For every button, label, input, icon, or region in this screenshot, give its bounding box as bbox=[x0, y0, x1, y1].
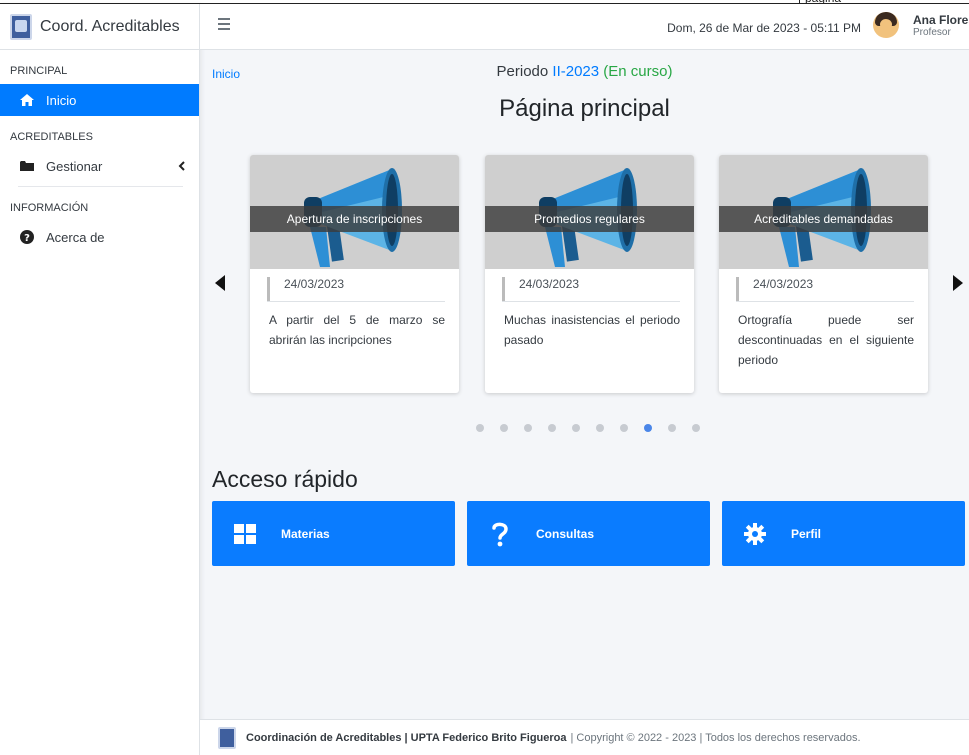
carousel-next-icon[interactable] bbox=[953, 275, 963, 291]
brand[interactable]: Coord. Acreditables bbox=[0, 4, 199, 50]
news-card[interactable]: Promedios regulares 24/03/2023 Muchas in… bbox=[485, 155, 694, 393]
news-card[interactable]: Acreditables demandadas 24/03/2023 Ortog… bbox=[719, 155, 928, 393]
sidebar-item-gestionar[interactable]: Gestionar bbox=[0, 150, 199, 182]
news-card[interactable]: Apertura de inscripciones 24/03/2023 A p… bbox=[250, 155, 459, 393]
materias-button[interactable]: Materias bbox=[212, 501, 455, 566]
top-navbar: Dom, 26 de Mar de 2023 - 05:11 PM Ana Fl… bbox=[200, 4, 969, 50]
periodo-line: Periodo II-2023 (En curso) bbox=[200, 63, 969, 80]
footer-org: Coordinación de Acreditables | UPTA Fede… bbox=[246, 731, 567, 744]
sidebar-item-inicio[interactable]: Inicio bbox=[0, 84, 199, 116]
brand-logo bbox=[10, 13, 32, 40]
grid-icon bbox=[233, 522, 257, 546]
user-role: Profesor bbox=[913, 27, 951, 38]
question-circle-icon: ? bbox=[18, 230, 36, 244]
card-image: Promedios regulares bbox=[485, 155, 694, 269]
carousel-indicators bbox=[476, 424, 716, 432]
carousel-prev-icon[interactable] bbox=[215, 275, 225, 291]
footer-copyright: | Copyright © 2022 - 2023 | Todos los de… bbox=[570, 731, 861, 744]
periodo-status: (En curso) bbox=[603, 63, 673, 80]
user-name[interactable]: Ana Flores bbox=[913, 13, 969, 27]
footer-logo bbox=[218, 726, 236, 749]
card-text: Muchas inasistencias el periodo pasado bbox=[504, 313, 680, 347]
card-caption: Apertura de inscripciones bbox=[250, 206, 459, 232]
carousel-dot[interactable] bbox=[476, 424, 484, 432]
brand-title: Coord. Acreditables bbox=[40, 17, 180, 35]
quick-access-label: Consultas bbox=[536, 526, 595, 541]
card-date: 24/03/2023 bbox=[267, 277, 445, 301]
carousel-dot[interactable] bbox=[620, 424, 628, 432]
question-icon bbox=[488, 522, 512, 546]
folder-icon bbox=[18, 160, 36, 172]
home-icon bbox=[18, 93, 36, 107]
chevron-left-icon[interactable] bbox=[178, 159, 185, 174]
avatar[interactable] bbox=[873, 12, 899, 38]
carousel-dot[interactable] bbox=[692, 424, 700, 432]
perfil-button[interactable]: Perfil bbox=[722, 501, 965, 566]
card-text: Ortografía puede ser descontinuadas en e… bbox=[738, 313, 914, 367]
footer: Coordinación de Acreditables | UPTA Fede… bbox=[200, 719, 969, 755]
card-image: Acreditables demandadas bbox=[719, 155, 928, 269]
carousel-dot[interactable] bbox=[548, 424, 556, 432]
card-image: Apertura de inscripciones bbox=[250, 155, 459, 269]
carousel-dot[interactable] bbox=[524, 424, 532, 432]
svg-text:?: ? bbox=[24, 233, 30, 244]
carousel-dot[interactable] bbox=[644, 424, 652, 432]
carousel-dot[interactable] bbox=[500, 424, 508, 432]
sidebar-item-label: Acerca de bbox=[46, 229, 105, 245]
hamburger-icon[interactable] bbox=[218, 18, 230, 33]
datetime-display: Dom, 26 de Mar de 2023 - 05:11 PM bbox=[667, 21, 861, 35]
card-divider bbox=[267, 301, 445, 302]
card-text: A partir del 5 de marzo se abrirán las i… bbox=[269, 313, 445, 347]
card-caption: Acreditables demandadas bbox=[719, 206, 928, 232]
carousel-dot[interactable] bbox=[596, 424, 604, 432]
sidebar: Coord. Acreditables PRINCIPAL Inicio ACR… bbox=[0, 4, 200, 755]
nav-header-acreditables: ACREDITABLES bbox=[10, 131, 93, 143]
card-date: 24/03/2023 bbox=[736, 277, 914, 301]
quick-access-label: Perfil bbox=[791, 526, 822, 541]
periodo-label: Periodo bbox=[496, 63, 549, 80]
card-divider bbox=[502, 301, 680, 302]
sidebar-item-label: Gestionar bbox=[46, 158, 103, 174]
nav-header-informacion: INFORMACIÓN bbox=[10, 202, 89, 214]
card-divider bbox=[736, 301, 914, 302]
periodo-code: II-2023 bbox=[552, 63, 600, 80]
carousel-dot[interactable] bbox=[668, 424, 676, 432]
nav-header-principal: PRINCIPAL bbox=[10, 65, 68, 77]
sidebar-item-label: Inicio bbox=[46, 92, 77, 108]
quick-access-label: Materias bbox=[281, 526, 330, 541]
carousel-dot[interactable] bbox=[572, 424, 580, 432]
sidebar-item-acerca[interactable]: ? Acerca de bbox=[0, 221, 199, 253]
consultas-button[interactable]: Consultas bbox=[467, 501, 710, 566]
gear-icon bbox=[743, 522, 767, 546]
quick-access-title: Acceso rápido bbox=[212, 466, 358, 492]
card-date: 24/03/2023 bbox=[502, 277, 680, 301]
page-title: Página principal bbox=[499, 95, 670, 122]
card-caption: Promedios regulares bbox=[485, 206, 694, 232]
